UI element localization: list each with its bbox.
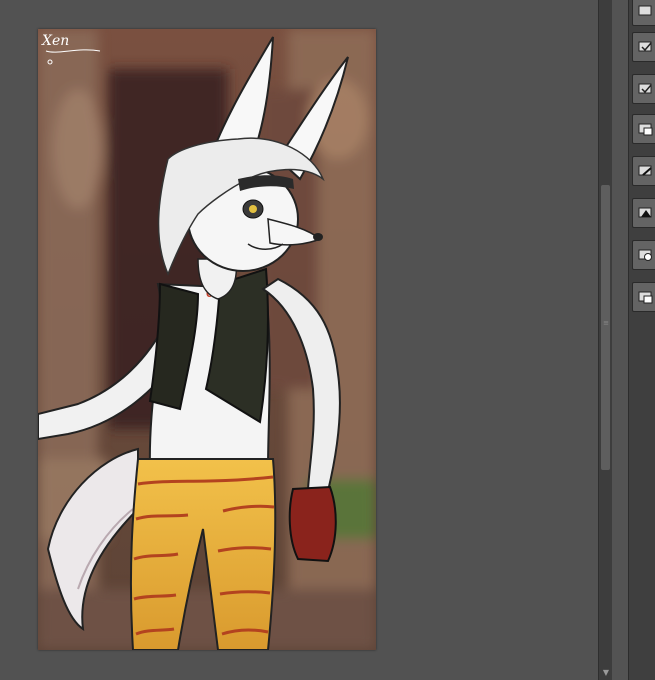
- layer-circle-icon: [638, 249, 652, 261]
- tool-button-7[interactable]: [632, 240, 655, 270]
- layer-check-icon: [638, 83, 652, 94]
- tool-button-5[interactable]: [632, 156, 655, 186]
- artist-signature: Xen: [41, 33, 69, 49]
- tool-button-1[interactable]: [632, 0, 655, 26]
- artwork-image: 02: [38, 29, 376, 650]
- layer-image-icon: [638, 123, 653, 136]
- scrollbar-grip-icon: ≡: [603, 319, 609, 327]
- vertical-scrollbar[interactable]: ≡ ▼: [598, 0, 613, 680]
- canvas-workspace[interactable]: 02: [0, 0, 598, 680]
- tool-button-4[interactable]: [632, 114, 655, 144]
- layer-pen-icon: [638, 165, 652, 176]
- panel-divider[interactable]: [612, 0, 628, 680]
- tool-button-6[interactable]: [632, 198, 655, 228]
- tool-button-3[interactable]: [632, 74, 655, 104]
- layer-mountain-icon: [638, 207, 652, 218]
- layer-image-icon: [638, 291, 653, 304]
- tool-panel: [628, 0, 655, 680]
- tool-button-8[interactable]: [632, 282, 655, 312]
- tool-button-2[interactable]: [632, 32, 655, 62]
- scroll-down-arrow-icon[interactable]: ▼: [599, 668, 613, 678]
- document-canvas[interactable]: 02: [38, 29, 376, 650]
- layer-check-icon: [638, 41, 652, 52]
- layer-icon: [638, 5, 652, 16]
